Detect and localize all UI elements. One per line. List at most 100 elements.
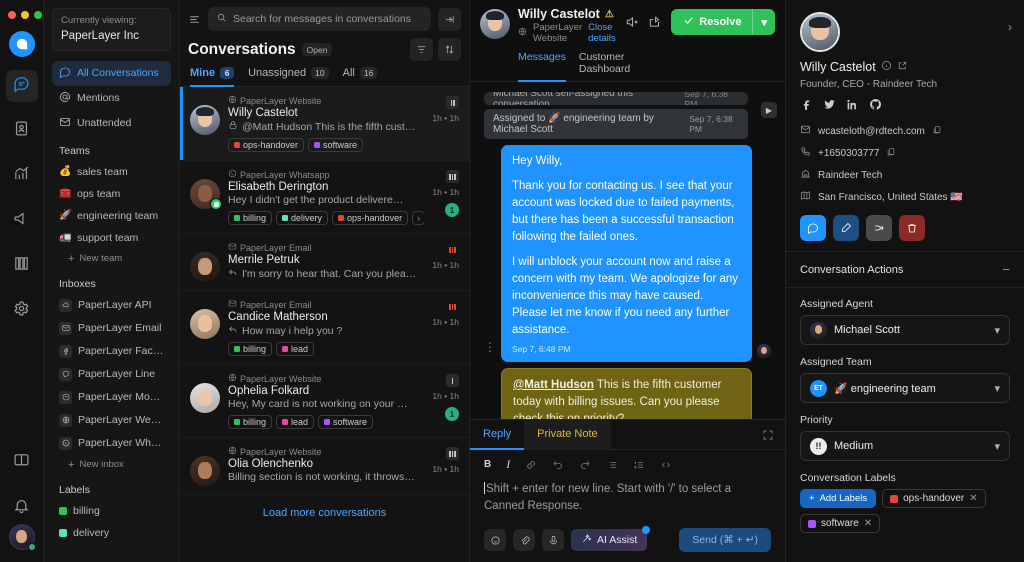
rail-item-help-center[interactable] (6, 250, 38, 282)
scroll-next-icon[interactable]: ▶ (761, 102, 777, 118)
messages-area[interactable]: ▶ Michael Scott self-assigned this conve… (470, 82, 785, 419)
sidebar-item-unattended[interactable]: Unattended (52, 111, 171, 136)
sidebar-item-inbox-api[interactable]: PaperLayer API (52, 294, 171, 317)
rail-item-settings[interactable] (6, 295, 38, 327)
label-chip[interactable]: software (318, 415, 374, 429)
microphone-icon[interactable] (542, 529, 564, 551)
expand-contact-chevron-right-icon[interactable]: › (1008, 20, 1012, 34)
sidebar-item-inbox-whatsapp[interactable]: PaperLayer Whats… (52, 432, 171, 455)
emoji-icon[interactable] (484, 529, 506, 551)
conversation-scroll-area[interactable]: PaperLayer Website Willy Castelot @Matt … (180, 87, 469, 562)
more-labels-button[interactable]: › (412, 211, 425, 225)
filter-button[interactable] (410, 38, 433, 61)
expand-editor-icon[interactable] (762, 429, 785, 441)
rail-item-campaigns[interactable] (6, 205, 38, 237)
ai-assist-button[interactable]: AI Assist (571, 526, 651, 551)
sidebar-item-inbox-line[interactable]: PaperLayer Line (52, 363, 171, 386)
tab-all[interactable]: All 16 (343, 67, 378, 87)
close-details-link[interactable]: Close details (588, 22, 617, 44)
priority-select[interactable]: !! Medium ▾ (800, 431, 1010, 461)
assigned-agent-select[interactable]: Michael Scott ▾ (800, 315, 1010, 345)
tab-unassigned[interactable]: Unassigned 10 (248, 67, 329, 87)
redo-icon[interactable] (579, 459, 591, 471)
sidebar-item-ops-team[interactable]: 🧰 ops team (52, 183, 171, 205)
sidebar-item-inbox-mobile[interactable]: PaperLayer Mobile (52, 386, 171, 409)
remove-label-close-icon[interactable]: ✕ (864, 518, 872, 529)
conversation-item[interactable]: PaperLayer Website Olia Olenchenko Billi… (180, 438, 469, 495)
paperclip-icon[interactable] (513, 529, 535, 551)
code-icon[interactable] (660, 459, 672, 471)
share-icon[interactable] (648, 15, 662, 29)
sidebar-item-inbox-website[interactable]: PaperLayer Website (52, 409, 171, 432)
reply-input[interactable]: Shift + enter for new line. Start with '… (470, 476, 785, 520)
label-chip[interactable]: billing (228, 342, 273, 356)
composer-tab-reply[interactable]: Reply (470, 420, 525, 450)
tab-messages[interactable]: Messages (518, 51, 566, 82)
app-logo-icon[interactable] (8, 31, 35, 57)
linkedin-icon[interactable] (846, 98, 859, 116)
label-chip[interactable]: lead (276, 415, 315, 429)
label-chip[interactable]: ops-handover (332, 211, 409, 225)
rail-item-reports[interactable] (6, 160, 38, 192)
collapse-panel-button[interactable] (438, 7, 461, 31)
facebook-icon[interactable] (800, 98, 813, 116)
copy-icon[interactable] (886, 147, 896, 160)
composer-tab-private-note[interactable]: Private Note (524, 420, 611, 450)
sidebar-item-engineering-team[interactable]: 🚀 engineering team (52, 205, 171, 227)
bold-icon[interactable]: B (484, 459, 491, 470)
message-menu-icon[interactable]: ⋮ (484, 341, 496, 362)
rail-item-conversations[interactable] (5, 70, 38, 102)
label-chip[interactable]: delivery (276, 211, 329, 225)
new-team-button[interactable]: + New team (52, 249, 171, 269)
conversation-item[interactable]: PaperLayer Whatsapp Elisabeth Derington … (180, 161, 469, 234)
label-chip[interactable]: billing (228, 415, 273, 429)
mention-matt-hudson[interactable]: @Matt Hudson (513, 379, 594, 391)
label-chip-ops-handover[interactable]: ops-handover ✕ (882, 489, 986, 508)
conversation-item[interactable]: PaperLayer Website Ophelia Folkard Hey, … (180, 365, 469, 438)
twitter-icon[interactable] (823, 98, 836, 116)
load-more-button[interactable]: Load more conversations (180, 495, 469, 535)
label-chip[interactable]: billing (228, 211, 273, 225)
info-icon[interactable] (881, 60, 892, 74)
current-user-avatar[interactable] (8, 524, 36, 551)
link-icon[interactable] (525, 459, 537, 471)
bullet-list-icon[interactable] (606, 459, 618, 471)
merge-contact-button[interactable] (866, 215, 892, 241)
italic-icon[interactable]: I (506, 457, 510, 472)
sidebar-item-inbox-facebook[interactable]: PaperLayer Faceb… (52, 340, 171, 363)
search-box[interactable] (208, 7, 431, 31)
label-chip[interactable]: lead (276, 342, 315, 356)
search-input[interactable] (233, 13, 423, 25)
label-chip-software[interactable]: software ✕ (800, 514, 881, 533)
sidebar-item-label-delivery[interactable]: delivery (52, 522, 171, 544)
hamburger-icon[interactable] (188, 13, 201, 26)
undo-icon[interactable] (552, 459, 564, 471)
sidebar-item-inbox-email[interactable]: PaperLayer Email (52, 317, 171, 340)
sidebar-item-sales-team[interactable]: 💰 sales team (52, 161, 171, 183)
conversation-actions-accordion[interactable]: Conversation Actions − (786, 252, 1024, 288)
new-conversation-button[interactable] (800, 215, 826, 241)
conversation-item[interactable]: PaperLayer Email Merrile Petruk I'm sorr… (180, 234, 469, 291)
conversation-item[interactable]: PaperLayer Email Candice Matherson How m… (180, 291, 469, 365)
remove-label-close-icon[interactable]: ✕ (969, 493, 977, 504)
assigned-team-select[interactable]: ET 🚀 engineering team ▾ (800, 373, 1010, 403)
github-icon[interactable] (869, 98, 882, 116)
numbered-list-icon[interactable] (633, 459, 645, 471)
delete-contact-button[interactable] (899, 215, 925, 241)
sidebar-item-all-conversations[interactable]: All Conversations (52, 60, 171, 86)
edit-contact-button[interactable] (833, 215, 859, 241)
tab-customer-dashboard[interactable]: Customer Dashboard (579, 51, 630, 82)
external-link-icon[interactable] (897, 60, 908, 74)
sidebar-item-mentions[interactable]: Mentions (52, 86, 171, 111)
window-traffic-lights[interactable] (8, 11, 42, 19)
sidebar-item-label-billing[interactable]: billing (52, 500, 171, 522)
label-chip[interactable]: software (308, 138, 364, 152)
add-labels-button[interactable]: + Add Labels (800, 489, 877, 508)
resolve-button[interactable]: Resolve ▾ (671, 9, 775, 35)
conversation-item[interactable]: PaperLayer Website Willy Castelot @Matt … (180, 87, 469, 161)
copy-icon[interactable] (932, 125, 942, 138)
account-selector[interactable]: Currently viewing: PaperLayer Inc (52, 8, 171, 51)
tab-mine[interactable]: Mine 6 (190, 67, 235, 87)
new-inbox-button[interactable]: + New inbox (52, 455, 171, 475)
collapse-minus-icon[interactable]: − (1002, 262, 1010, 277)
